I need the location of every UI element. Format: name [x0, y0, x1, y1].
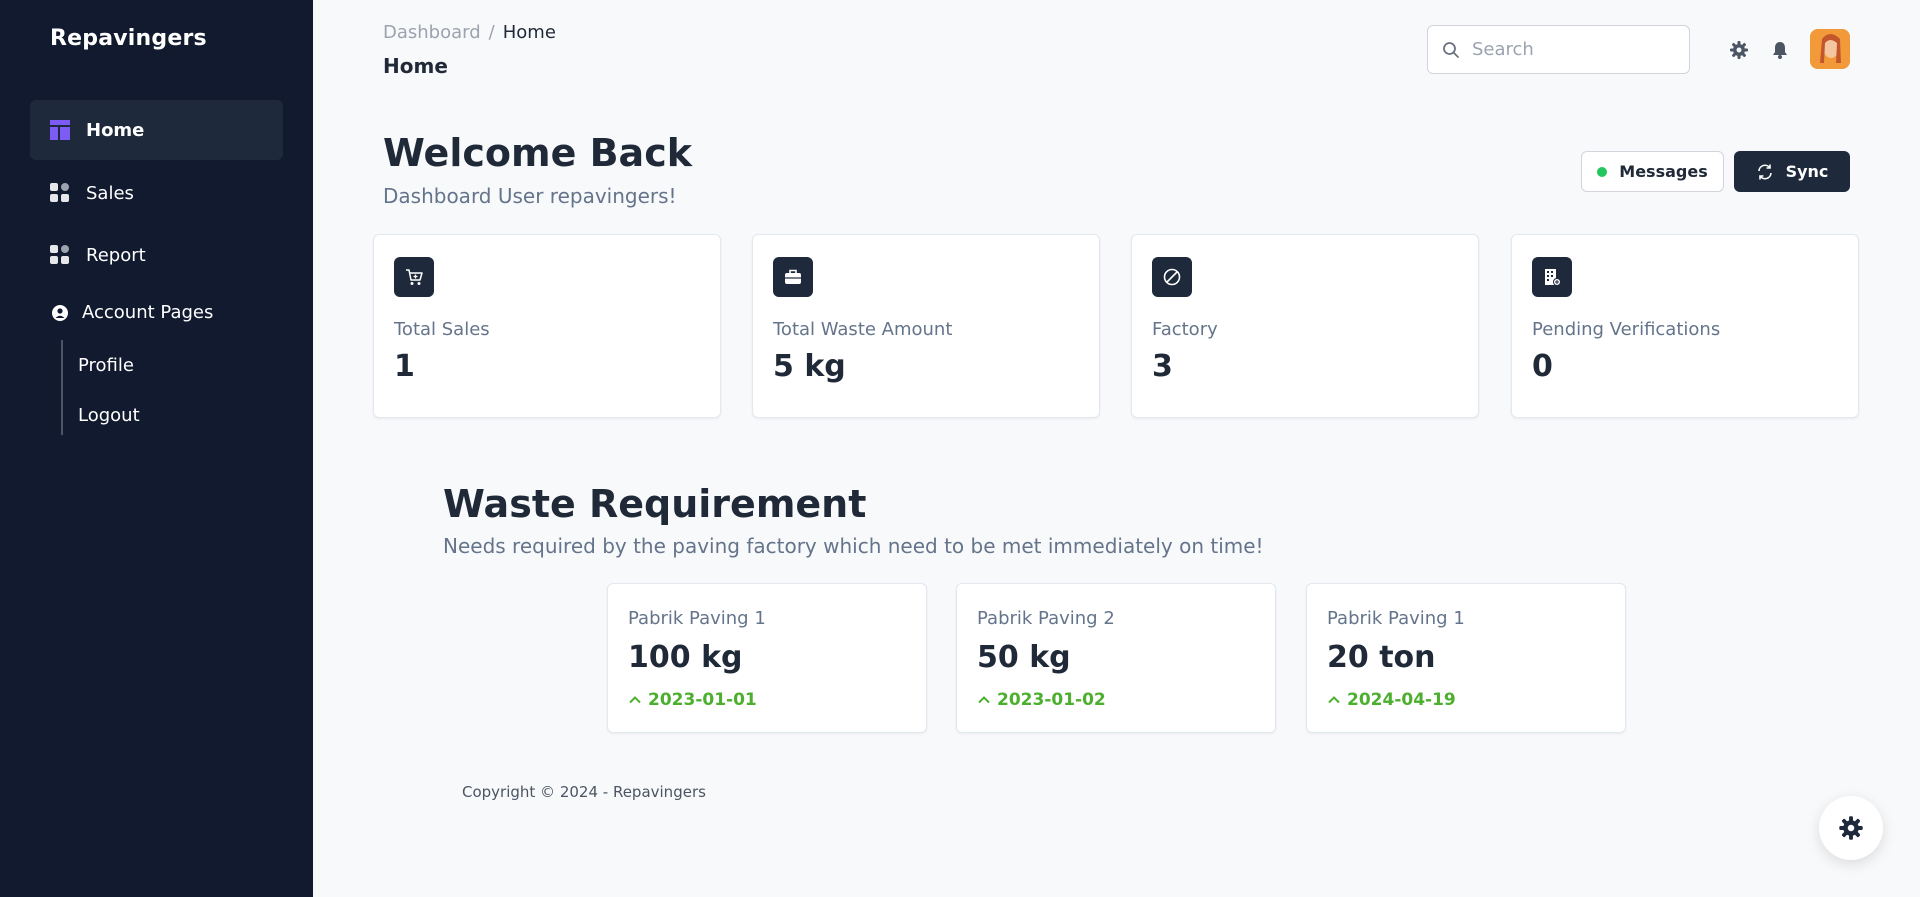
requirement-date-text: 2024-04-19 — [1347, 690, 1456, 710]
requirement-date-text: 2023-01-02 — [997, 690, 1106, 710]
cart-icon — [394, 257, 434, 297]
stat-card-factory: Factory 3 — [1131, 234, 1479, 418]
stat-value: 1 — [394, 349, 415, 384]
requirement-amount: 20 ton — [1327, 640, 1436, 675]
breadcrumb-separator: / — [488, 22, 495, 43]
requirement-amount: 100 kg — [628, 640, 743, 675]
refresh-icon — [1757, 164, 1772, 179]
requirement-factory-name: Pabrik Paving 1 — [1327, 608, 1465, 629]
sync-button[interactable]: Sync — [1734, 151, 1850, 192]
sidebar-item-logout[interactable]: Logout — [78, 405, 140, 426]
bell-icon[interactable] — [1770, 40, 1790, 60]
section-subtitle: Needs required by the paving factory whi… — [443, 534, 1264, 558]
requirement-date: 2023-01-01 — [628, 690, 757, 710]
welcome-title: Welcome Back — [383, 131, 692, 175]
sidebar-item-report[interactable]: Report — [30, 225, 283, 285]
account-pages-label: Account Pages — [82, 302, 214, 323]
stat-value: 5 kg — [773, 349, 846, 384]
apps-icon — [50, 183, 69, 202]
requirement-card: Pabrik Paving 1 100 kg 2023-01-01 — [607, 583, 927, 733]
gear-icon[interactable] — [1729, 40, 1749, 60]
stat-label: Total Waste Amount — [773, 319, 953, 340]
requirement-date-text: 2023-01-01 — [648, 690, 757, 710]
sidebar-item-label: Home — [86, 119, 145, 141]
stat-label: Pending Verifications — [1532, 319, 1721, 340]
breadcrumb-dashboard-link[interactable]: Dashboard — [383, 22, 481, 43]
breadcrumb: Dashboard / Home — [383, 22, 556, 43]
stat-card-total-waste: Total Waste Amount 5 kg — [752, 234, 1100, 418]
sync-label: Sync — [1785, 162, 1829, 181]
page-title: Home — [383, 54, 448, 78]
online-status-dot — [1597, 166, 1608, 177]
gear-icon — [1839, 816, 1863, 840]
account-pages-section: Account Pages — [52, 302, 213, 323]
sidebar-item-profile[interactable]: Profile — [78, 355, 134, 376]
section-title: Waste Requirement — [443, 482, 867, 526]
sidebar-item-label: Sales — [86, 182, 134, 204]
requirement-date: 2024-04-19 — [1327, 690, 1456, 710]
chevron-up-icon — [1328, 696, 1340, 704]
messages-label: Messages — [1619, 162, 1708, 181]
avatar[interactable] — [1810, 29, 1850, 69]
stat-label: Total Sales — [394, 319, 490, 340]
search-icon — [1443, 41, 1459, 58]
apps-icon — [50, 245, 69, 264]
stat-label: Factory — [1152, 319, 1218, 340]
stat-value: 0 — [1532, 349, 1553, 384]
settings-fab-button[interactable] — [1819, 796, 1883, 860]
footer-copyright: Copyright © 2024 - Repavingers — [462, 783, 706, 801]
welcome-subtitle: Dashboard User repavingers! — [383, 184, 677, 208]
requirement-card: Pabrik Paving 1 20 ton 2024-04-19 — [1306, 583, 1626, 733]
messages-button[interactable]: Messages — [1581, 151, 1724, 192]
chevron-up-icon — [629, 696, 641, 704]
requirement-amount: 50 kg — [977, 640, 1071, 675]
requirement-factory-name: Pabrik Paving 1 — [628, 608, 766, 629]
sidebar-item-sales[interactable]: Sales — [30, 163, 283, 223]
chevron-up-icon — [978, 696, 990, 704]
dashboard-icon — [50, 120, 70, 140]
stat-value: 3 — [1152, 349, 1173, 384]
briefcase-icon — [773, 257, 813, 297]
requirement-factory-name: Pabrik Paving 2 — [977, 608, 1115, 629]
ban-icon — [1152, 257, 1192, 297]
building-icon — [1532, 257, 1572, 297]
user-avatar-image — [1810, 29, 1850, 69]
sidebar-item-label: Report — [86, 244, 146, 266]
search-input[interactable] — [1472, 39, 1672, 60]
search-box[interactable] — [1427, 25, 1690, 74]
stat-card-total-sales: Total Sales 1 — [373, 234, 721, 418]
subnav-divider — [61, 340, 63, 435]
sidebar: Repavingers Home Sales Report Account Pa… — [0, 0, 313, 897]
stat-card-pending-verifications: Pending Verifications 0 — [1511, 234, 1859, 418]
brand-logo[interactable]: Repavingers — [50, 26, 207, 51]
requirement-card: Pabrik Paving 2 50 kg 2023-01-02 — [956, 583, 1276, 733]
user-circle-icon — [52, 304, 68, 321]
requirement-date: 2023-01-02 — [977, 690, 1106, 710]
sidebar-item-home[interactable]: Home — [30, 100, 283, 160]
breadcrumb-current: Home — [502, 22, 556, 43]
